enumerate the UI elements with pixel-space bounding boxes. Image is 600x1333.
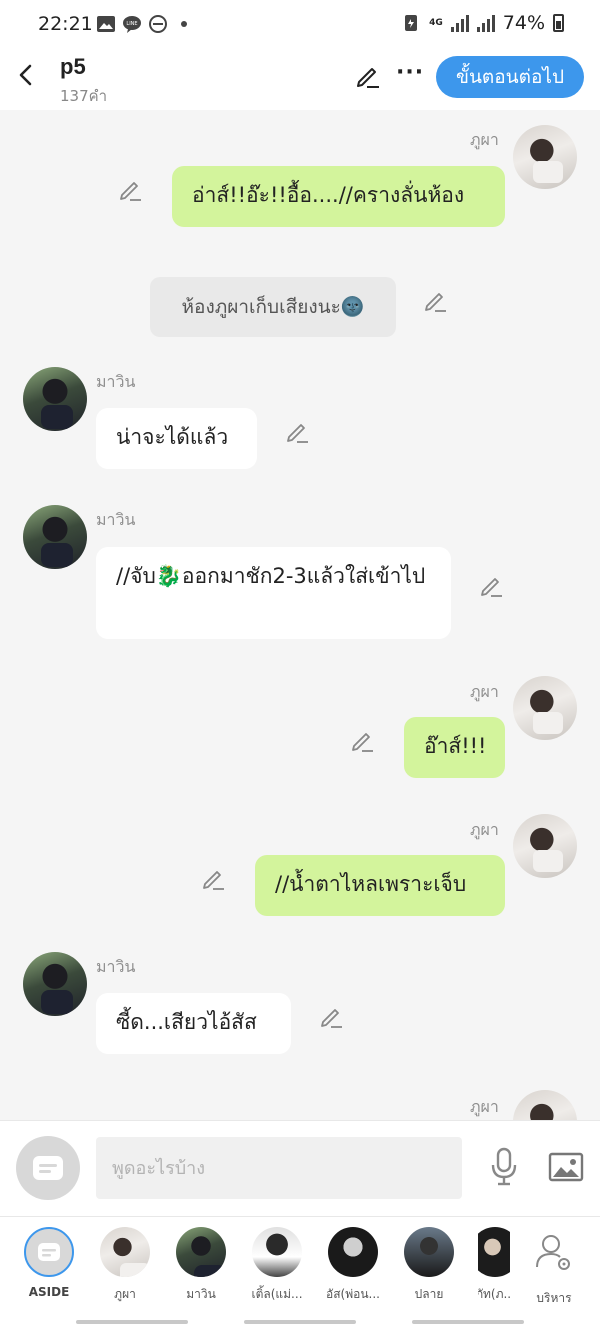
character-bar: ASIDE ภูผา มาวิน เติ้ล(แม่... อัส(พ่อน..… — [0, 1216, 600, 1313]
message-bubble[interactable]: น่าจะได้แล้ว — [96, 408, 257, 469]
character-avatar — [176, 1227, 226, 1277]
character-label: อัส(พ่อน... — [326, 1287, 380, 1301]
character-clip: ภัท(ภ... — [478, 1217, 510, 1313]
aside-message[interactable]: ห้องภูผาเก็บเสียงนะ🌚 — [150, 277, 396, 337]
signal-icon-2 — [476, 14, 495, 32]
avatar-marin[interactable] — [23, 367, 87, 431]
sender-name: มาวิน — [96, 510, 136, 529]
nav-recents[interactable] — [76, 1320, 188, 1324]
network-type: 4G — [429, 17, 443, 28]
image-icon[interactable] — [548, 1149, 584, 1185]
gallery-notification-icon — [97, 16, 115, 32]
character-label: ASIDE — [28, 1285, 70, 1299]
character-label: ภัท(ภ... — [478, 1287, 510, 1301]
avatar-marin[interactable] — [23, 952, 87, 1016]
character-marin[interactable]: มาวิน — [169, 1227, 233, 1304]
sender-name: มาวิน — [96, 957, 136, 976]
status-time: 22:21 — [38, 13, 93, 35]
edit-message-icon[interactable] — [118, 176, 144, 202]
sender-name: ภูผา — [470, 682, 499, 701]
microphone-icon[interactable] — [488, 1147, 520, 1187]
chat-header: p5 137คำ ··· ขั้นตอนต่อไป — [0, 50, 600, 110]
character-label: มาวิน — [186, 1287, 216, 1301]
next-step-button[interactable]: ขั้นตอนต่อไป — [436, 56, 584, 98]
avatar-pupa[interactable] — [513, 814, 577, 878]
message-bubble[interactable]: ซี้ด...เสียวไอ้สัส — [96, 993, 291, 1054]
character-avatar — [252, 1227, 302, 1277]
edit-message-icon[interactable] — [285, 418, 311, 444]
battery-percent: 74% — [502, 12, 545, 34]
message-composer — [0, 1120, 600, 1216]
do-not-disturb-icon — [149, 15, 167, 33]
edit-message-icon[interactable] — [479, 572, 505, 598]
battery-icon — [553, 14, 564, 32]
message-bubble[interactable]: อ่าส์!!อ๊ะ!!อื้อ....//ครางลั่นห้อง — [172, 166, 505, 227]
sender-name: ภูผา — [470, 130, 499, 149]
page-title: p5 — [60, 54, 86, 79]
sender-name: ภูผา — [470, 820, 499, 839]
avatar-pupa[interactable] — [513, 1090, 577, 1120]
character-label: บริหาร — [536, 1291, 572, 1305]
character-pat[interactable]: ภัท(ภ... — [478, 1227, 510, 1304]
status-bar: 22:21 LINE 4G 74% — [0, 0, 600, 50]
manage-characters-button[interactable]: บริหาร — [522, 1227, 586, 1308]
battery-saver-icon — [405, 15, 418, 31]
line-notification-icon: LINE — [123, 16, 141, 33]
message-bubble[interactable]: //น้ำตาไหลเพราะเจ็บ — [255, 855, 505, 916]
aside-icon — [33, 1156, 63, 1180]
dot-notification-icon — [181, 21, 187, 27]
aside-avatar — [24, 1227, 74, 1277]
system-nav-bar — [0, 1312, 600, 1333]
back-arrow-icon[interactable] — [12, 60, 42, 90]
character-plai[interactable]: ปลาย — [397, 1227, 461, 1304]
svg-text:LINE: LINE — [126, 21, 137, 27]
character-tele[interactable]: เติ้ล(แม่... — [245, 1227, 309, 1304]
edit-message-icon[interactable] — [201, 865, 227, 891]
sender-name: มาวิน — [96, 372, 136, 391]
message-input[interactable] — [96, 1137, 462, 1199]
nav-home[interactable] — [244, 1320, 356, 1324]
avatar-pupa[interactable] — [513, 676, 577, 740]
character-label: ภูผา — [114, 1287, 136, 1301]
character-label: ปลาย — [414, 1287, 444, 1301]
character-label: เติ้ล(แม่... — [251, 1287, 303, 1301]
avatar-marin[interactable] — [23, 505, 87, 569]
aside-toggle-button[interactable] — [16, 1136, 80, 1200]
sender-name: ภูผา — [470, 1097, 499, 1116]
character-as[interactable]: อัส(พ่อน... — [321, 1227, 385, 1304]
character-avatar — [478, 1227, 510, 1277]
chat-area: ภูผา อ่าส์!!อ๊ะ!!อื้อ....//ครางลั่นห้อง … — [0, 110, 600, 1120]
manage-user-icon — [536, 1235, 570, 1270]
more-options-icon[interactable]: ··· — [396, 60, 424, 85]
message-bubble[interactable]: //จับ🐉ออกมาชัก2-3แล้วใส่เข้าไป — [96, 547, 451, 639]
word-count: 137คำ — [60, 87, 108, 105]
edit-message-icon[interactable] — [319, 1003, 345, 1029]
character-avatar — [404, 1227, 454, 1277]
character-pupa[interactable]: ภูผา — [93, 1227, 157, 1304]
edit-pencil-icon[interactable] — [354, 62, 382, 90]
message-bubble[interactable]: อ๊าส์!!! — [404, 717, 505, 778]
character-avatar — [328, 1227, 378, 1277]
character-aside[interactable]: ASIDE — [17, 1227, 81, 1299]
avatar-pupa[interactable] — [513, 125, 577, 189]
edit-message-icon[interactable] — [423, 287, 449, 313]
character-avatar — [100, 1227, 150, 1277]
nav-back[interactable] — [412, 1320, 524, 1324]
signal-icon — [450, 14, 469, 32]
edit-message-icon[interactable] — [350, 727, 376, 753]
